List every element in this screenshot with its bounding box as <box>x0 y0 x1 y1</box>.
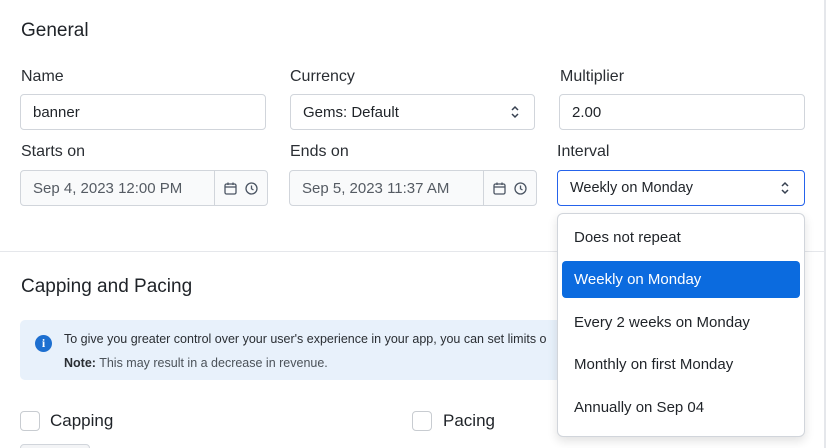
interval-option[interactable]: Does not repeat <box>562 219 800 256</box>
note-text: This may result in a decrease in revenue… <box>95 356 328 370</box>
capping-label: Capping <box>50 411 114 430</box>
name-label: Name <box>21 68 64 85</box>
starts-on-value: Sep 4, 2023 12:00 PM <box>33 179 183 197</box>
ends-on-value: Sep 5, 2023 11:37 AM <box>302 179 450 197</box>
interval-option[interactable]: Monthly on first Monday <box>562 346 800 383</box>
ends-on-datetime[interactable]: Sep 5, 2023 11:37 AM <box>289 170 537 206</box>
chevron-updown-icon <box>504 101 526 123</box>
capping-checkbox[interactable] <box>20 411 40 431</box>
multiplier-value: 2.00 <box>572 103 602 121</box>
capping-section-title: Capping and Pacing <box>21 276 193 297</box>
starts-on-label: Starts on <box>21 143 86 160</box>
multiplier-input[interactable]: 2.00 <box>559 94 805 130</box>
currency-select[interactable]: Gems: Default <box>290 94 535 130</box>
chevron-updown-icon <box>774 177 796 199</box>
pacing-checkbox[interactable] <box>412 411 432 431</box>
info-icon: i <box>35 335 52 352</box>
calendar-icon[interactable] <box>493 182 506 195</box>
interval-value: Weekly on Monday <box>570 180 694 196</box>
info-note: Note: This may result in a decrease in r… <box>64 356 328 370</box>
interval-option-selected[interactable]: Weekly on Monday <box>562 261 800 298</box>
interval-label: Interval <box>557 143 610 160</box>
info-banner: i To give you greater control over your … <box>20 320 580 380</box>
datetime-icons <box>483 171 536 205</box>
info-text: To give you greater control over your us… <box>64 332 547 346</box>
capping-input-stub <box>20 444 90 448</box>
interval-dropdown: Does not repeat Weekly on Monday Every 2… <box>557 213 805 437</box>
datetime-icons <box>214 171 267 205</box>
name-input[interactable]: banner <box>20 94 266 130</box>
pacing-label: Pacing <box>443 411 495 430</box>
interval-option[interactable]: Every 2 weeks on Monday <box>562 304 800 341</box>
currency-value: Gems: Default <box>303 103 399 121</box>
general-section-title: General <box>21 20 89 41</box>
interval-select[interactable]: Weekly on Monday <box>557 170 805 206</box>
note-label: Note: <box>64 356 96 370</box>
starts-on-datetime[interactable]: Sep 4, 2023 12:00 PM <box>20 170 268 206</box>
multiplier-label: Multiplier <box>560 68 625 85</box>
name-value: banner <box>33 103 80 121</box>
clock-icon[interactable] <box>514 181 527 195</box>
currency-label: Currency <box>290 68 355 85</box>
interval-option[interactable]: Annually on Sep 04 <box>562 389 800 426</box>
ends-on-label: Ends on <box>290 143 349 160</box>
clock-icon[interactable] <box>245 181 258 195</box>
calendar-icon[interactable] <box>224 182 237 195</box>
